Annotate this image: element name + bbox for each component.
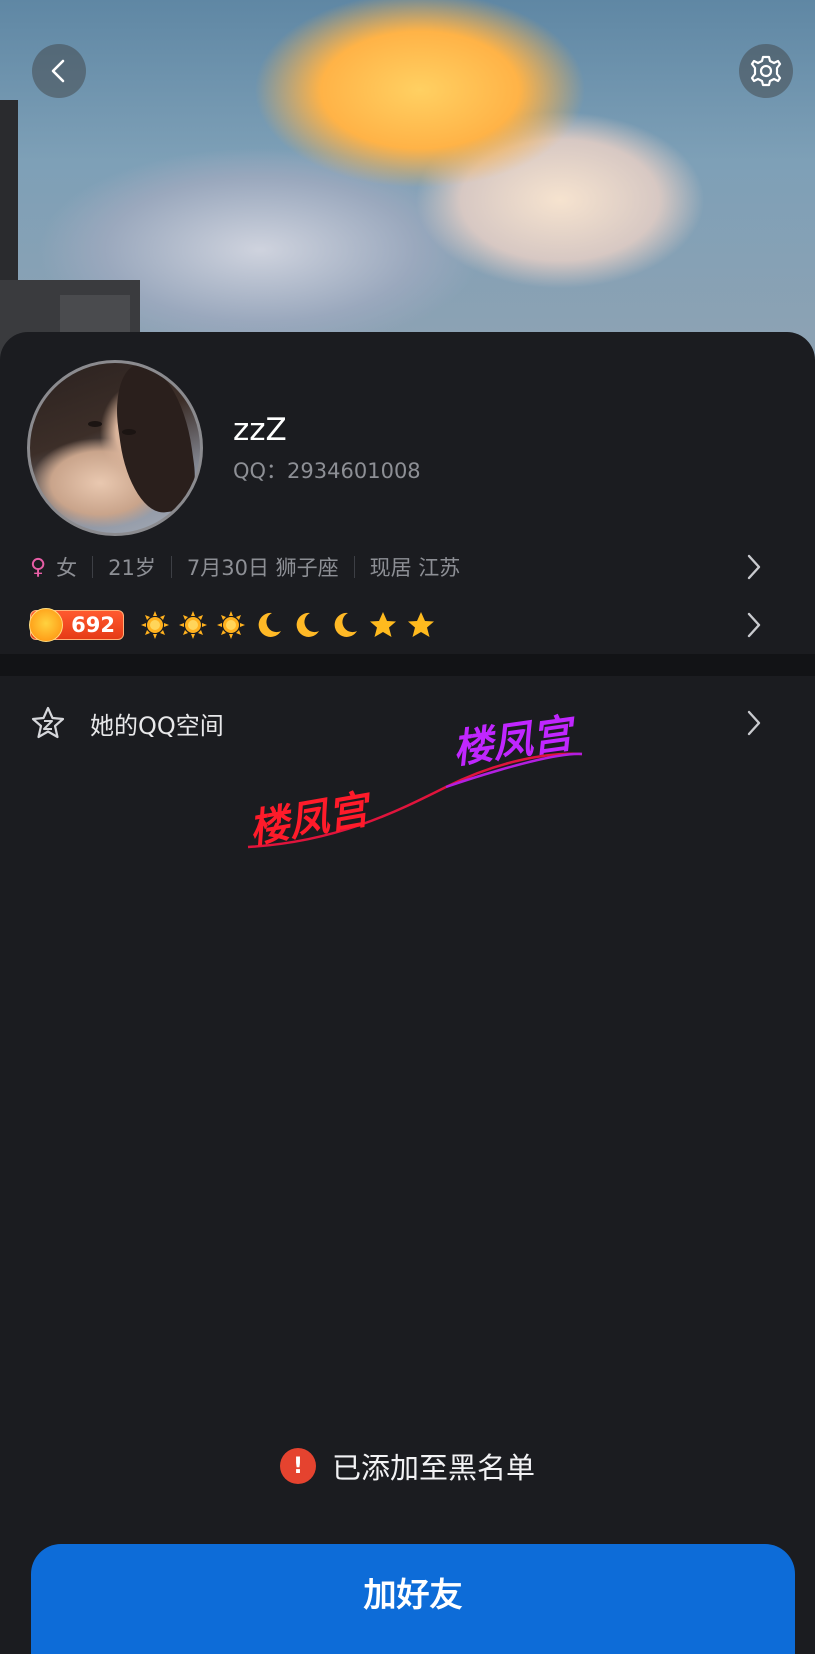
sun-icon bbox=[174, 607, 212, 643]
profile-name: zzZ bbox=[233, 412, 287, 448]
female-icon: ♀ bbox=[30, 554, 47, 580]
blacklist-text: 已添加至黑名单 bbox=[331, 1451, 535, 1485]
gear-icon bbox=[750, 55, 782, 87]
chevron-right-icon bbox=[747, 710, 761, 736]
qq-number: QQ：2934601008 bbox=[233, 459, 421, 483]
moon-icon bbox=[250, 607, 288, 643]
level-badge: 692 bbox=[29, 608, 124, 642]
divider bbox=[92, 556, 94, 578]
avatar-hair bbox=[109, 363, 200, 518]
age-text: 21岁 bbox=[108, 556, 156, 580]
blacklist-status: ! 已添加至黑名单 bbox=[0, 1446, 815, 1486]
chevron-right-icon bbox=[747, 554, 761, 580]
avatar-eye bbox=[88, 421, 102, 427]
profile-info-row[interactable]: ♀ 女 21岁 7月30日 狮子座 现居 江苏 bbox=[30, 554, 790, 580]
section-divider bbox=[0, 654, 815, 676]
settings-button[interactable] bbox=[739, 44, 793, 98]
sun-icon bbox=[212, 607, 250, 643]
divider bbox=[170, 556, 172, 578]
birthday-text: 7月30日 狮子座 bbox=[186, 556, 339, 580]
star-icon bbox=[364, 607, 402, 643]
qzone-row[interactable]: 她的QQ空间 bbox=[30, 698, 790, 748]
warning-icon: ! bbox=[279, 1448, 316, 1484]
moon-icon bbox=[288, 607, 326, 643]
back-button[interactable] bbox=[32, 44, 86, 98]
add-friend-button[interactable]: 加好友 bbox=[31, 1544, 795, 1654]
cover-photo[interactable] bbox=[0, 0, 815, 360]
location-text: 现居 江苏 bbox=[369, 556, 461, 580]
star-icon bbox=[402, 607, 440, 643]
avatar[interactable] bbox=[27, 360, 203, 536]
crown-icon bbox=[29, 608, 63, 642]
chevron-right-icon bbox=[747, 612, 761, 638]
qzone-star-icon bbox=[31, 706, 65, 739]
chevron-left-icon bbox=[51, 59, 65, 83]
divider bbox=[353, 556, 355, 578]
level-row[interactable]: 692 bbox=[29, 607, 790, 643]
level-value: 692 bbox=[71, 613, 115, 637]
sun-icon bbox=[136, 607, 174, 643]
gender-text: 女 bbox=[56, 556, 78, 580]
avatar-eye bbox=[122, 429, 136, 435]
profile-card: zzZ QQ：2934601008 ♀ 女 21岁 7月30日 狮子座 现居 江… bbox=[0, 332, 815, 1654]
level-icons bbox=[136, 607, 440, 643]
qzone-label: 她的QQ空间 bbox=[90, 711, 224, 740]
moon-icon bbox=[326, 607, 364, 643]
